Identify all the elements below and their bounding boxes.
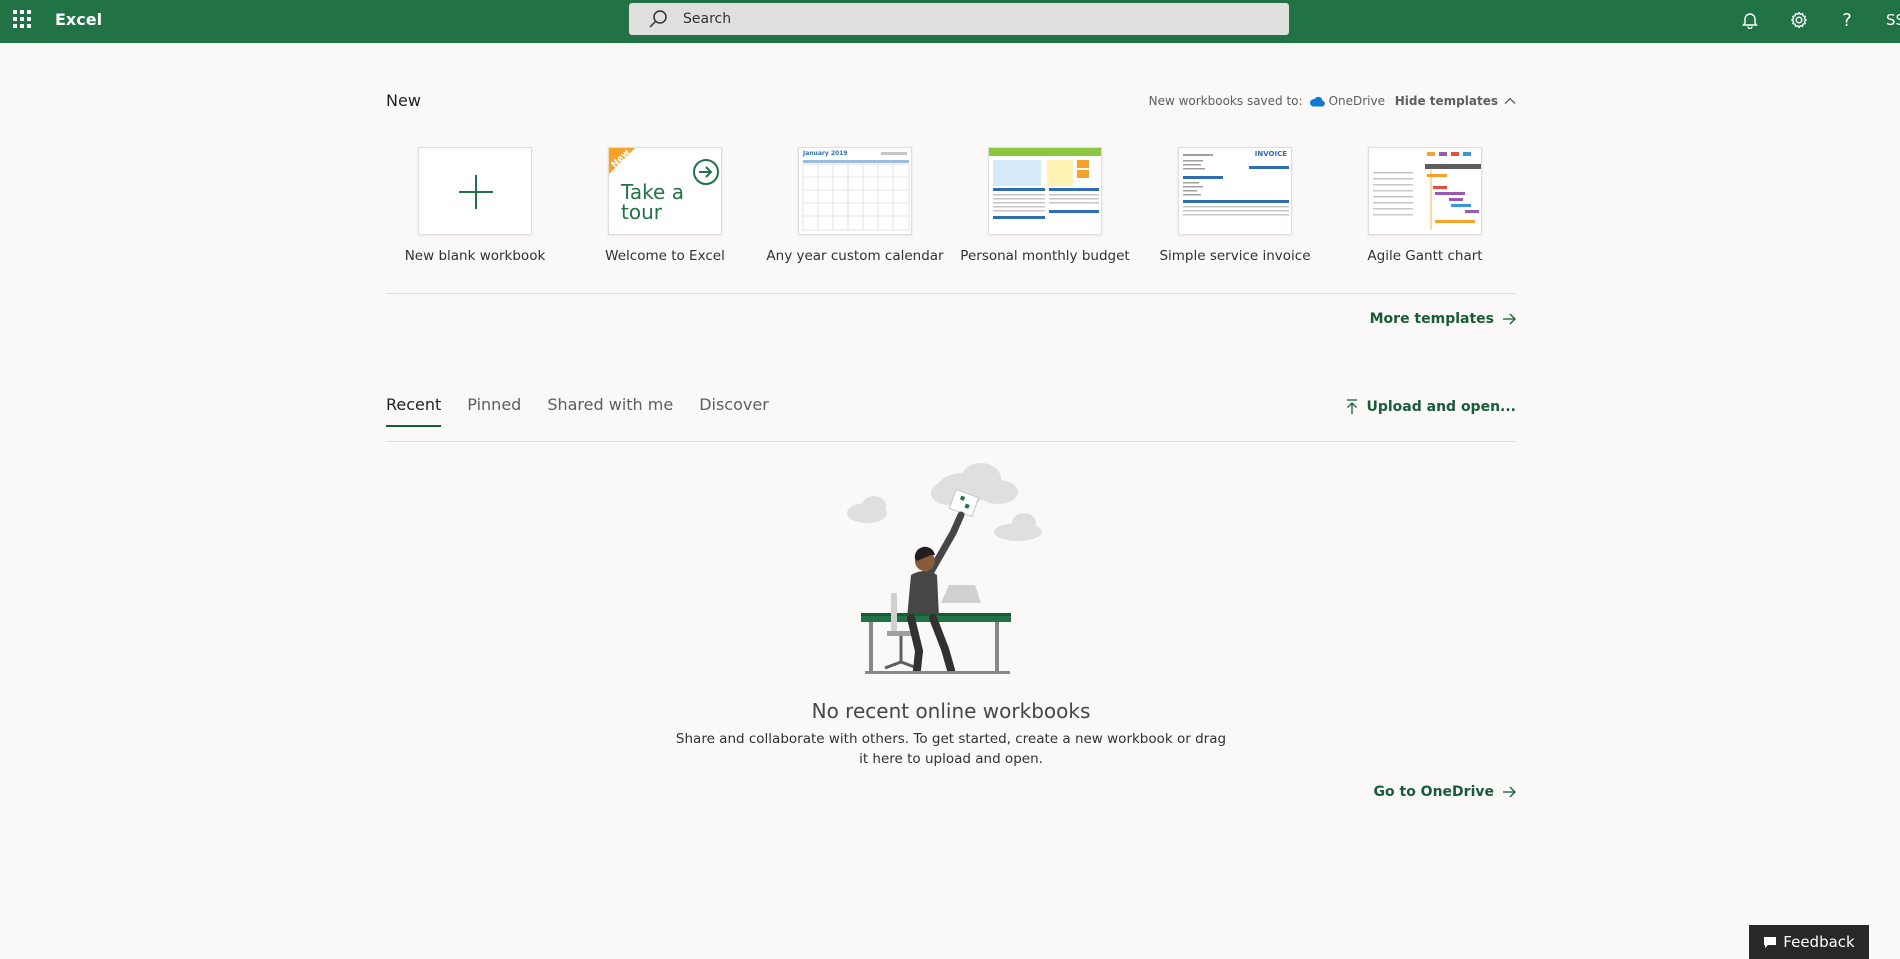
- plus-icon: [459, 175, 493, 209]
- help-icon[interactable]: ?: [1835, 8, 1859, 32]
- template-label: Agile Gantt chart: [1367, 248, 1483, 264]
- gantt-thumbnail-graphic: [1373, 152, 1481, 230]
- search-icon: [649, 10, 667, 28]
- template-new-blank-workbook[interactable]: New blank workbook: [385, 147, 565, 264]
- arrow-right-icon: [1503, 313, 1516, 325]
- invoice-thumbnail-title: INVOICE: [1254, 150, 1287, 158]
- tour-thumbnail-text: Take a tour: [621, 180, 684, 224]
- comment-icon: [1764, 936, 1777, 948]
- app-name[interactable]: Excel: [55, 10, 102, 29]
- calendar-grid-graphic: [802, 152, 910, 231]
- app-launcher-icon[interactable]: [13, 10, 31, 28]
- onedrive-cloud-icon: [1309, 96, 1325, 106]
- empty-state-illustration: [847, 463, 1042, 674]
- template-label: Any year custom calendar: [766, 248, 944, 264]
- chevron-up-icon: [1504, 97, 1516, 104]
- template-label: Simple service invoice: [1159, 248, 1311, 264]
- empty-state-title: No recent online workbooks: [811, 699, 1091, 723]
- template-gallery: New blank workbook New Take a tour Welco…: [386, 147, 1516, 267]
- new-section-header: New New workbooks saved to: OneDrive Hid…: [386, 91, 1516, 115]
- template-welcome-to-excel[interactable]: New Take a tour Welcome to Excel: [575, 147, 755, 264]
- template-thumbnail: [418, 147, 532, 235]
- user-avatar[interactable]: SS: [1886, 11, 1900, 29]
- section-divider: [386, 293, 1516, 294]
- tabs-divider: [386, 441, 1516, 442]
- tab-discover[interactable]: Discover: [699, 395, 769, 423]
- empty-state-description: Share and collaborate with others. To ge…: [675, 731, 1227, 767]
- template-thumbnail: [1368, 147, 1482, 235]
- template-thumbnail: New Take a tour: [608, 147, 722, 235]
- template-label: Welcome to Excel: [605, 248, 725, 264]
- upload-and-open-button[interactable]: Upload and open...: [1346, 399, 1516, 415]
- arrow-right-icon: [1503, 786, 1516, 798]
- template-label: Personal monthly budget: [960, 248, 1130, 264]
- tab-recent[interactable]: Recent: [386, 395, 442, 427]
- tab-shared-with-me[interactable]: Shared with me: [547, 395, 673, 423]
- template-any-year-calendar[interactable]: January 2019 Any year custom calendar: [765, 147, 945, 264]
- feedback-button[interactable]: Feedback: [1749, 925, 1869, 959]
- new-section-title: New: [386, 91, 421, 110]
- calendar-thumbnail-title: January 2019: [803, 150, 848, 157]
- search-box[interactable]: [629, 3, 1289, 35]
- file-tabs: Recent Pinned Shared with me Discover: [386, 395, 795, 427]
- budget-thumbnail-graphic: [989, 148, 1101, 219]
- go-to-onedrive-link[interactable]: Go to OneDrive: [1374, 784, 1516, 800]
- more-templates-link[interactable]: More templates: [1370, 311, 1516, 327]
- upload-icon: [1347, 399, 1358, 414]
- bell-icon[interactable]: [1738, 8, 1762, 32]
- hide-templates-button[interactable]: Hide templates: [1395, 94, 1516, 108]
- template-thumbnail: [988, 147, 1102, 235]
- template-simple-service-invoice[interactable]: INVOICE Simple service invoice: [1145, 147, 1325, 264]
- template-thumbnail: January 2019: [798, 147, 912, 235]
- template-label: New blank workbook: [404, 248, 546, 264]
- saved-to-label: New workbooks saved to:: [1148, 94, 1303, 108]
- saved-to-info: New workbooks saved to: OneDrive: [1149, 94, 1385, 108]
- onedrive-location[interactable]: OneDrive: [1309, 94, 1385, 108]
- tab-pinned[interactable]: Pinned: [467, 395, 521, 423]
- search-input[interactable]: [683, 11, 1243, 27]
- invoice-thumbnail-graphic: [1183, 154, 1289, 216]
- template-agile-gantt-chart[interactable]: Agile Gantt chart: [1335, 147, 1515, 264]
- template-thumbnail: INVOICE: [1178, 147, 1292, 235]
- template-personal-monthly-budget[interactable]: Personal monthly budget: [955, 147, 1135, 264]
- gear-icon[interactable]: [1787, 8, 1811, 32]
- top-bar: Excel ? SS: [0, 0, 1900, 43]
